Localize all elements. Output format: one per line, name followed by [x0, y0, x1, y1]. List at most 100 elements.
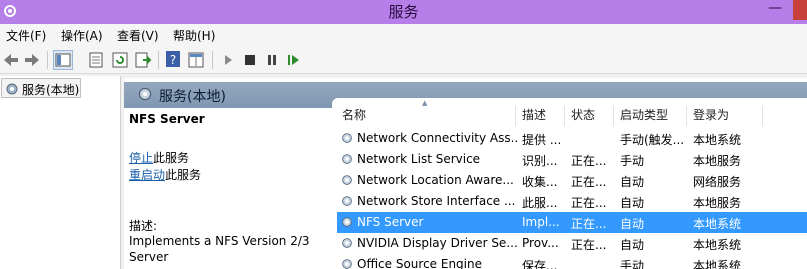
cell-logon: 本地服务: [693, 154, 742, 168]
service-gear-icon: [340, 152, 354, 169]
cell-desc: 提供 ...: [522, 133, 562, 147]
service-gear-icon: [340, 215, 354, 232]
cell-name: Office Source Engine: [357, 257, 482, 269]
tree-item-label: 服务(本地): [22, 83, 80, 97]
cell-status: 正在...: [571, 217, 607, 231]
restart-suffix: 此服务: [165, 168, 202, 182]
cell-startup: 手动: [620, 154, 645, 168]
close-button[interactable]: [793, 0, 807, 20]
column-header-logon-as[interactable]: 登录为: [693, 106, 729, 128]
cell-startup: 自动: [620, 175, 645, 189]
help-icon[interactable]: ?: [164, 50, 184, 70]
toolbar-divider: [47, 51, 48, 69]
description-label: 描述:: [129, 219, 158, 233]
start-service-icon[interactable]: [218, 50, 238, 70]
table-row[interactable]: NVIDIA Display Driver Se... Prov... 正在... 自…: [337, 233, 807, 254]
menu-view[interactable]: 查看(V): [117, 27, 159, 44]
stop-service-link[interactable]: 停止: [129, 151, 153, 165]
properties-icon[interactable]: [86, 50, 106, 70]
cell-name: NVIDIA Display Driver Se...: [357, 236, 517, 250]
selected-service-name: NFS Server: [129, 112, 205, 126]
column-divider[interactable]: [515, 106, 516, 126]
column-header-status[interactable]: 状态: [571, 106, 595, 128]
cell-status: 正在...: [571, 196, 607, 210]
column-divider[interactable]: [686, 106, 687, 126]
menu-help[interactable]: 帮助(H): [173, 27, 215, 44]
cell-status: 正在...: [571, 175, 607, 189]
cell-startup: 自动: [620, 196, 645, 210]
cell-startup: 手动(触发...: [620, 133, 685, 147]
table-row[interactable]: Network Location Aware... 收集... 正在... 自动 网络服…: [337, 170, 807, 191]
column-divider[interactable]: [762, 106, 763, 126]
service-gear-icon: [340, 194, 354, 211]
title-bar: 服务 —: [0, 0, 807, 24]
menu-action[interactable]: 操作(A): [61, 27, 103, 44]
export-list-icon[interactable]: [133, 50, 153, 70]
sort-caret-icon: ▲: [422, 99, 428, 107]
cell-startup: 自动: [620, 238, 645, 252]
main-pane: 服务(本地) NFS Server 停止此服务 重启动此服务 描述: Imple…: [124, 78, 807, 269]
table-row[interactable]: Network Connectivity Ass... 提供 ... 手动(触发..…: [337, 128, 807, 149]
pane-title: 服务(本地): [159, 89, 226, 105]
cell-name: Network Connectivity Ass...: [357, 131, 517, 145]
cell-name: Network List Service: [357, 152, 481, 166]
cell-desc: 保存...: [522, 259, 558, 269]
toolbar-divider: [212, 51, 213, 69]
show-hide-pane-icon[interactable]: [186, 50, 206, 70]
cell-desc: 收集...: [522, 175, 558, 189]
cell-logon: 本地服务: [693, 196, 742, 210]
refresh-icon[interactable]: [110, 50, 130, 70]
services-table: ▲ 名称 描述 状态 启动类型 登录为 Network Connectivity…: [332, 98, 807, 269]
minimize-button[interactable]: —: [761, 0, 789, 20]
cell-logon: 本地系统: [693, 217, 742, 231]
cell-logon: 网络服务: [693, 175, 742, 189]
pause-service-icon[interactable]: [262, 50, 282, 70]
restart-service-icon[interactable]: [284, 50, 304, 70]
toolbar: ?: [0, 46, 807, 74]
column-divider[interactable]: [613, 106, 614, 126]
service-gear-icon: [340, 131, 354, 148]
toolbar-divider: [158, 51, 159, 69]
cell-startup: 自动: [620, 217, 645, 231]
column-divider[interactable]: [564, 106, 565, 126]
table-row[interactable]: Network List Service 识别... 正在... 手动 本地服务: [337, 149, 807, 170]
window-title: 服务: [388, 3, 419, 21]
restart-service-link[interactable]: 重启动: [129, 168, 165, 182]
cell-name: Network Location Aware...: [357, 173, 514, 187]
back-arrow-icon[interactable]: [1, 50, 21, 70]
stop-service-icon[interactable]: [240, 50, 260, 70]
column-header-name[interactable]: 名称: [342, 106, 366, 128]
gear-icon: [136, 85, 154, 106]
cell-desc: 此服...: [522, 196, 558, 210]
column-header-description[interactable]: 描述: [522, 106, 546, 128]
stop-suffix: 此服务: [153, 151, 190, 165]
cell-name: Network Store Interface ...: [357, 194, 516, 208]
svg-text:?: ?: [170, 53, 176, 67]
table-row[interactable]: NFS Server Impl... 正在... 自动 本地系统: [337, 212, 807, 233]
menu-file[interactable]: 文件(F): [6, 27, 46, 44]
cell-status: 正在...: [571, 238, 607, 252]
service-details: NFS Server 停止此服务 重启动此服务 描述: Implements a…: [124, 108, 329, 269]
cell-desc: Impl...: [522, 215, 560, 229]
column-header-startup-type[interactable]: 启动类型: [620, 106, 668, 128]
gear-icon: [4, 81, 20, 100]
cell-logon: 本地系统: [693, 133, 742, 147]
console-tree: 服务(本地): [0, 76, 121, 269]
stop-service-row: 停止此服务: [129, 149, 189, 166]
tree-item-services-local[interactable]: 服务(本地): [1, 78, 81, 98]
service-gear-icon: [340, 236, 354, 253]
console-tree-icon[interactable]: [53, 50, 73, 70]
cell-logon: 本地系统: [693, 238, 742, 252]
cell-status: 正在...: [571, 154, 607, 168]
cell-logon: 本地系统: [693, 259, 742, 269]
service-gear-icon: [340, 257, 354, 269]
restart-service-row: 重启动此服务: [129, 166, 201, 183]
forward-arrow-icon[interactable]: [22, 50, 42, 70]
cell-name: NFS Server: [357, 215, 424, 229]
service-gear-icon: [340, 173, 354, 190]
menu-bar: 文件(F) 操作(A) 查看(V) 帮助(H): [0, 24, 807, 46]
table-row[interactable]: Network Store Interface ... 此服... 正在... 自动 本…: [337, 191, 807, 212]
cell-startup: 手动: [620, 259, 645, 269]
cell-desc: 识别...: [522, 154, 558, 168]
table-row[interactable]: Office Source Engine 保存... 手动 本地系统: [337, 254, 807, 269]
